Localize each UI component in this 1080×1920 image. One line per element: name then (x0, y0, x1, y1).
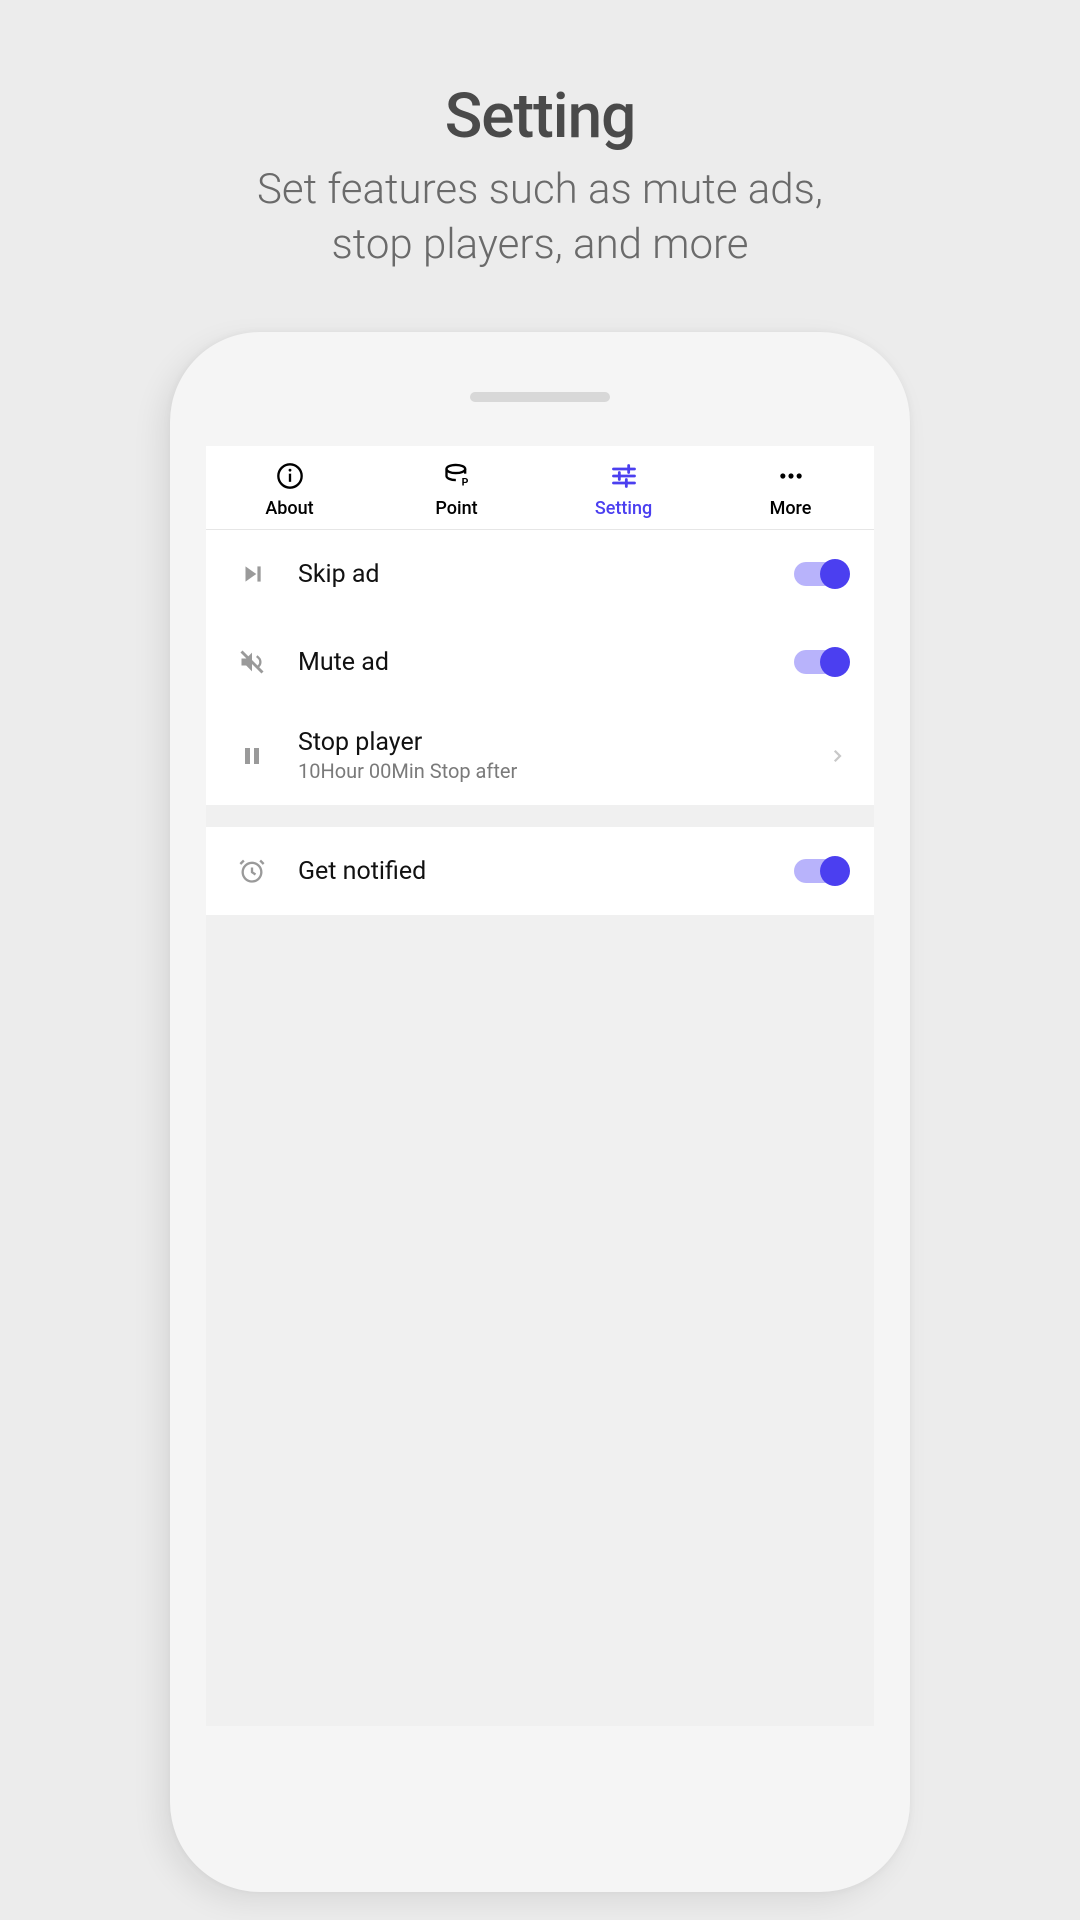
settings-group-1: Skip ad Mute ad (206, 530, 874, 805)
info-icon (276, 460, 304, 492)
more-horizontal-icon (775, 460, 807, 492)
tab-about[interactable]: About (206, 446, 373, 529)
setting-get-notified-text: Get notified (276, 857, 794, 886)
volume-off-icon (228, 648, 276, 676)
alarm-clock-icon (228, 857, 276, 885)
setting-stop-player[interactable]: Stop player 10Hour 00Min Stop after (206, 706, 874, 805)
tab-more[interactable]: More (707, 446, 874, 529)
setting-get-notified[interactable]: Get notified (206, 827, 874, 915)
setting-mute-ad-label: Mute ad (298, 648, 794, 677)
tab-label-more: More (770, 498, 812, 519)
sliders-icon (610, 460, 638, 492)
tab-label-setting: Setting (595, 498, 652, 519)
settings-list: Skip ad Mute ad (206, 530, 874, 915)
subtitle-line-2: stop players, and more (331, 220, 748, 269)
setting-mute-ad-text: Mute ad (276, 648, 794, 677)
setting-stop-player-sub: 10Hour 00Min Stop after (298, 759, 828, 783)
tab-label-about: About (265, 498, 313, 519)
toggle-mute-ad[interactable] (794, 650, 846, 674)
setting-get-notified-label: Get notified (298, 857, 794, 886)
phone-speaker (470, 392, 610, 402)
chevron-right-icon (828, 747, 846, 765)
toggle-skip-ad[interactable] (794, 562, 846, 586)
tab-setting[interactable]: Setting (540, 446, 707, 529)
settings-group-2: Get notified (206, 827, 874, 915)
phone-frame: About P Point Setting More (170, 332, 910, 1892)
phone-screen: About P Point Setting More (206, 446, 874, 1726)
setting-skip-ad-text: Skip ad (276, 560, 794, 589)
setting-skip-ad-label: Skip ad (298, 560, 794, 589)
setting-mute-ad[interactable]: Mute ad (206, 618, 874, 706)
tab-point[interactable]: P Point (373, 446, 540, 529)
tab-label-point: Point (435, 498, 477, 519)
setting-stop-player-label: Stop player (298, 728, 828, 757)
setting-skip-ad[interactable]: Skip ad (206, 530, 874, 618)
svg-text:P: P (461, 476, 468, 489)
page-subtitle: Set features such as mute ads, stop play… (0, 163, 1080, 272)
coin-stack-icon: P (443, 460, 471, 492)
toggle-get-notified[interactable] (794, 859, 846, 883)
page-title: Setting (0, 80, 1080, 153)
skip-next-icon (228, 561, 276, 587)
pause-icon (228, 744, 276, 768)
subtitle-line-1: Set features such as mute ads, (257, 165, 823, 214)
setting-stop-player-text: Stop player 10Hour 00Min Stop after (276, 728, 828, 783)
promo-header: Setting Set features such as mute ads, s… (0, 0, 1080, 272)
tab-bar: About P Point Setting More (206, 446, 874, 530)
